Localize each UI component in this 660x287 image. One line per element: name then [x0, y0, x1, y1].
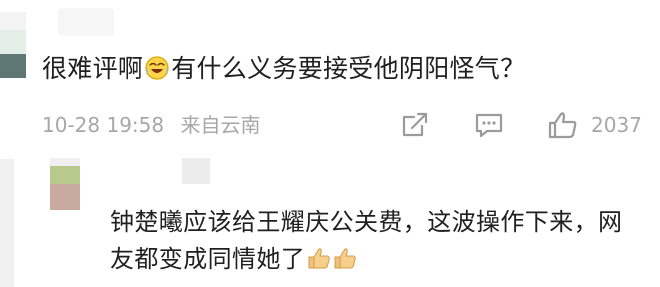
- reply-text: 钟楚曦应该给王耀庆公关费，这波操作下来，网友都变成同情她了: [110, 204, 642, 278]
- thumbs-up-emoji-icon: [333, 244, 357, 269]
- comment-location: 来自云南: [180, 113, 261, 137]
- thumbs-up-emoji-icon: [307, 244, 331, 269]
- comment-time: 10-28 19:58: [42, 113, 165, 137]
- username-placeholder: [58, 8, 114, 36]
- laugh-cry-emoji-icon: [144, 53, 170, 80]
- reply-text-body: 钟楚曦应该给王耀庆公关费，这波操作下来，网友都变成同情她了: [110, 208, 623, 273]
- comment-text: 很难评啊 有什么义务要接受他阴阳怪气？: [42, 49, 525, 89]
- comment-meta: 10-28 19:58 来自云南: [42, 108, 260, 142]
- comment-text-before: 很难评啊: [42, 54, 144, 83]
- reply-thread-rail: [0, 159, 14, 287]
- thumbs-up-icon[interactable]: [546, 110, 580, 140]
- repost-icon[interactable]: [398, 110, 432, 140]
- like-count: 2037: [591, 113, 642, 137]
- comment-text-after: 有什么义务要接受他阴阳怪气？: [171, 54, 526, 83]
- reply-avatar[interactable]: [50, 158, 80, 210]
- avatar[interactable]: [0, 12, 26, 78]
- reply-username-placeholder: [182, 158, 210, 184]
- comment-icon[interactable]: [472, 110, 506, 140]
